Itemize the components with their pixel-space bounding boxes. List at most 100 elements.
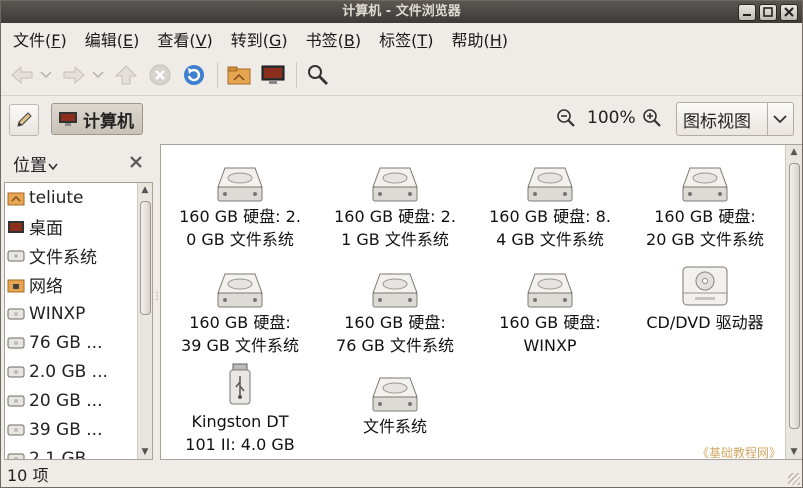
maximize-button[interactable] [759, 4, 777, 21]
back-button[interactable] [9, 62, 35, 88]
back-history-button[interactable] [39, 62, 53, 88]
usb-drive-icon [165, 363, 315, 408]
sidebar-item-20gb[interactable]: 20 GB ... [5, 386, 152, 415]
scroll-down-arrow[interactable]: ▼ [138, 447, 152, 457]
sidebar-item-winxp[interactable]: WINXP [5, 299, 152, 328]
volume-item[interactable]: Kingston DT 101 II: 4.0 GB [165, 363, 315, 456]
hard-disk-icon [630, 159, 780, 203]
stop-icon [149, 64, 171, 86]
sidebar-scrollbar[interactable]: ▲ ▼ [137, 183, 152, 459]
menu-edit[interactable]: 编辑(E) [73, 27, 146, 51]
main-scrollbar[interactable]: ▲ ▼ [785, 145, 802, 459]
up-button[interactable] [113, 62, 139, 88]
location-bar: 计算机 100% 图标视图 [1, 96, 802, 142]
drive-icon [7, 450, 25, 459]
side-pane-header: 位置 [1, 144, 153, 182]
toolbar-separator [217, 62, 218, 88]
view-mode-select[interactable]: 图标视图 [676, 102, 794, 136]
file-browser-window: 计算机 - 文件浏览器 文件(F) 编辑(E) 查看(V) 转到(G) 书签(B… [0, 0, 803, 488]
zoom-in-icon [643, 109, 661, 127]
home-icon [227, 66, 251, 85]
home-button[interactable] [226, 62, 252, 88]
side-pane: 位置 teliute 桌面 文件系统 网络 WINXP 76 GB ... 2.… [1, 144, 153, 460]
places-list: teliute 桌面 文件系统 网络 WINXP 76 GB ... 2.0 G… [4, 182, 153, 460]
sidebar-item-desktop[interactable]: 桌面 [5, 212, 152, 241]
chevron-down-icon [773, 115, 787, 124]
hard-disk-icon [320, 265, 470, 309]
resize-grip[interactable] [788, 473, 800, 485]
sidebar-item-2-1gb[interactable]: 2.1 GB ... [5, 444, 152, 459]
menu-tabs[interactable]: 标签(T) [367, 27, 439, 51]
scroll-up-arrow[interactable]: ▲ [138, 185, 152, 195]
reload-icon [184, 65, 204, 85]
main-scroll-thumb[interactable] [789, 163, 800, 429]
scroll-down-arrow[interactable]: ▼ [786, 447, 802, 457]
computer-icon [261, 65, 285, 84]
close-icon [784, 7, 794, 17]
hard-disk-icon [475, 159, 625, 203]
close-side-pane-button[interactable] [129, 154, 143, 173]
minimize-button[interactable] [738, 4, 756, 21]
zoom-out-icon [557, 109, 575, 127]
edit-location-button[interactable] [9, 104, 39, 136]
sidebar-item-filesystem[interactable]: 文件系统 [5, 241, 152, 270]
network-icon [7, 276, 25, 294]
menu-bookmarks[interactable]: 书签(B) [294, 27, 367, 51]
watermark: 《基础教程网》 [697, 446, 782, 460]
places-selector[interactable]: 位置 [13, 151, 59, 176]
forward-history-icon [92, 71, 104, 79]
stop-button[interactable] [147, 62, 173, 88]
menu-file[interactable]: 文件(F) [1, 27, 73, 51]
menu-help[interactable]: 帮助(H) [439, 27, 514, 51]
breadcrumb-label: 计算机 [83, 111, 134, 132]
forward-icon [63, 65, 85, 85]
volume-item[interactable]: 160 GB 硬盘: 76 GB 文件系统 [320, 265, 470, 357]
view-mode-label: 图标视图 [683, 111, 751, 132]
sidebar-item-teliute[interactable]: teliute [5, 183, 152, 212]
forward-button[interactable] [61, 62, 87, 88]
chevron-down-icon [48, 163, 58, 170]
title-bar[interactable]: 计算机 - 文件浏览器 [1, 1, 802, 23]
sidebar-item-76gb[interactable]: 76 GB ... [5, 328, 152, 357]
breadcrumb-computer[interactable]: 计算机 [51, 103, 143, 135]
zoom-level[interactable]: 100% [587, 108, 636, 128]
item-count: 10 项 [7, 465, 49, 485]
minimize-icon [743, 14, 751, 16]
search-button[interactable] [305, 62, 331, 88]
toolbar [1, 55, 802, 96]
home-folder-icon [7, 189, 25, 207]
menu-go[interactable]: 转到(G) [219, 27, 294, 51]
volume-item[interactable]: 160 GB 硬盘: 2. 1 GB 文件系统 [320, 159, 470, 251]
sidebar-item-2-0gb[interactable]: 2.0 GB ... [5, 357, 152, 386]
hard-disk-icon [165, 159, 315, 203]
drive-icon [7, 421, 25, 439]
close-button[interactable] [780, 4, 798, 21]
status-bar: 10 项 [1, 460, 802, 487]
desktop-icon [7, 218, 25, 236]
volume-item[interactable]: 160 GB 硬盘: 20 GB 文件系统 [630, 159, 780, 251]
up-icon [114, 65, 138, 85]
volume-item[interactable]: CD/DVD 驱动器 [630, 265, 780, 334]
reload-button[interactable] [181, 62, 207, 88]
computer-icon [59, 112, 77, 126]
optical-drive-icon [630, 265, 780, 309]
computer-button[interactable] [260, 62, 286, 88]
menu-view[interactable]: 查看(V) [145, 27, 218, 51]
volume-item[interactable]: 160 GB 硬盘: 39 GB 文件系统 [165, 265, 315, 357]
sidebar-item-network[interactable]: 网络 [5, 270, 152, 299]
zoom-in-button[interactable] [642, 108, 662, 132]
scroll-up-arrow[interactable]: ▲ [786, 147, 802, 157]
sidebar-item-39gb[interactable]: 39 GB ... [5, 415, 152, 444]
volume-item[interactable]: 160 GB 硬盘: 8. 4 GB 文件系统 [475, 159, 625, 251]
volume-item[interactable]: 160 GB 硬盘: WINXP [475, 265, 625, 357]
drive-icon [7, 334, 25, 352]
volume-item[interactable]: 文件系统 [320, 369, 470, 438]
maximize-icon [763, 7, 773, 17]
search-icon [308, 65, 328, 85]
volume-item[interactable]: 160 GB 硬盘: 2. 0 GB 文件系统 [165, 159, 315, 251]
zoom-out-button[interactable] [556, 108, 576, 132]
forward-history-button[interactable] [91, 62, 105, 88]
back-icon [11, 65, 33, 85]
view-mode-dropdown[interactable] [767, 103, 792, 135]
sidebar-scroll-thumb[interactable] [140, 201, 151, 315]
